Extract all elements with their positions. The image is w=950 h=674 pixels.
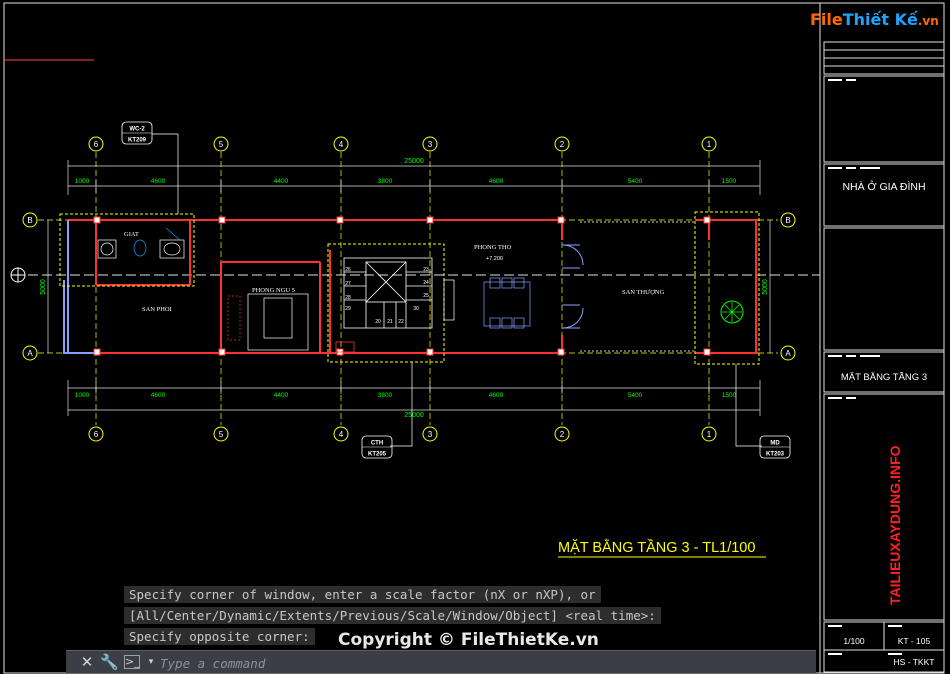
axis-label-B: B xyxy=(785,216,790,225)
axis-label-4: 4 xyxy=(339,140,344,149)
scale-value: 1/100 xyxy=(843,636,865,646)
stair-step-number: 21 xyxy=(387,319,393,325)
dim-segment: 1500 xyxy=(722,392,737,399)
stair-step-number: 26 xyxy=(345,267,351,273)
sheet-name: MẶT BẰNG TẦNG 3 xyxy=(841,372,927,383)
plant-icon xyxy=(720,300,744,324)
dim-segment: 3800 xyxy=(378,178,393,185)
tag-top-text: MD xyxy=(770,441,780,447)
drawing-title: MẶT BẰNG TẦNG 3 - TL1/100 xyxy=(558,538,755,556)
dim-side-left: 5000 xyxy=(40,279,47,295)
tag-leaders xyxy=(152,133,762,447)
dim-segment: 1000 xyxy=(75,178,90,185)
stair-step-number: 30 xyxy=(413,306,419,312)
furniture xyxy=(97,227,531,351)
dim-segment: 4600 xyxy=(489,392,504,399)
openings xyxy=(562,221,696,352)
stair-step-number: 23 xyxy=(423,267,429,273)
axis-label-2: 2 xyxy=(560,140,565,149)
command-input[interactable] xyxy=(158,653,802,673)
vertical-site-text: TAILIEUXAYDUNG.INFO xyxy=(887,445,903,605)
stair-step-number: 22 xyxy=(398,319,404,325)
logo-part-1: File xyxy=(810,10,843,29)
stair-step-number: 27 xyxy=(345,281,351,287)
tag-top-text: WC-2 xyxy=(129,127,145,133)
logo-part-3: .vn xyxy=(917,14,939,28)
axis-label-5: 5 xyxy=(219,430,224,439)
axis-label-A: A xyxy=(27,349,33,358)
stair-step-number: 28 xyxy=(345,295,351,301)
dim-segment: 4600 xyxy=(151,392,166,399)
stair-step-number: 24 xyxy=(423,280,429,286)
dimension-lines xyxy=(47,160,771,416)
door-tags: WC-2 KT209 CTH KT205 MD KT203 xyxy=(121,121,791,459)
site-logo: FileThiết Kế.vn xyxy=(810,10,939,29)
axis-label-6: 6 xyxy=(94,430,99,439)
tag-top-text: CTH xyxy=(371,441,383,447)
room-label-san-thuong: SAN THƯỢNG xyxy=(622,289,665,296)
dim-total-top: 25000 xyxy=(404,158,424,165)
design-stage: HS - TKKT xyxy=(894,657,935,667)
axis-label-3: 3 xyxy=(428,140,433,149)
room-label-san-phoi: SAN PHOI xyxy=(142,306,172,313)
stair-step-number: 20 xyxy=(375,319,381,325)
section-marker xyxy=(10,267,26,283)
level-mark: +7.200 xyxy=(486,256,503,262)
close-icon[interactable]: ✕ xyxy=(78,653,96,671)
dim-segment: 4400 xyxy=(274,392,289,399)
stair-step-number: 29 xyxy=(345,306,351,312)
copyright-watermark: Copyright © FileThietKe.vn xyxy=(338,630,599,650)
segment-dims-top: 1000 4600 4400 3800 4600 5400 1500 xyxy=(75,178,737,185)
segment-dims-bottom: 1000 4600 4400 3800 4600 5400 1500 xyxy=(75,392,737,399)
axis-label-4: 4 xyxy=(339,430,344,439)
project-name: NHÀ Ở GIA ĐÌNH xyxy=(842,180,925,193)
tag-bottom-text: KT203 xyxy=(766,452,785,458)
stair-step-number: 25 xyxy=(423,293,429,299)
axis-label-3: 3 xyxy=(428,430,433,439)
title-block xyxy=(819,3,945,673)
axis-label-A: A xyxy=(785,349,791,358)
axis-label-1: 1 xyxy=(707,430,712,439)
dim-segment: 4400 xyxy=(274,178,289,185)
dim-side-right: 5000 xyxy=(762,279,769,295)
dim-segment: 1500 xyxy=(722,178,737,185)
dim-segment: 5400 xyxy=(628,392,643,399)
tag-bottom-text: KT205 xyxy=(368,452,387,458)
axis-label-2: 2 xyxy=(560,430,565,439)
dim-total-bottom: 25000 xyxy=(404,412,424,419)
room-label-phong-tho: PHONG THO xyxy=(474,244,512,251)
drawing-canvas[interactable]: NHÀ Ở GIA ĐÌNH MẶT BẰNG TẦNG 3 TAILIEUXA… xyxy=(0,0,950,674)
dim-segment: 1000 xyxy=(75,392,90,399)
axis-bubbles: 665544332211B BA A xyxy=(22,136,796,442)
sheet-number: KT - 105 xyxy=(898,636,931,646)
dim-segment: 4600 xyxy=(151,178,166,185)
sheet-frame xyxy=(3,2,945,674)
wrench-icon[interactable]: 🔧 xyxy=(100,653,119,671)
tag-bottom-text: KT209 xyxy=(128,138,147,144)
stair-numbers: 20 21 22 23 24 25 26 27 28 29 30 xyxy=(345,267,429,325)
axis-label-1: 1 xyxy=(707,140,712,149)
axis-label-6: 6 xyxy=(94,140,99,149)
dim-segment: 3800 xyxy=(378,392,393,399)
axis-gridlines xyxy=(38,152,778,425)
dim-segment: 5400 xyxy=(628,178,643,185)
command-prompt-icon[interactable]: >_ xyxy=(124,655,140,669)
command-history-line-3: Specify opposite corner: xyxy=(124,628,315,645)
room-label-giat: GIAT xyxy=(124,231,139,238)
command-history-line-1: Specify corner of window, enter a scale … xyxy=(124,586,601,603)
command-history-line-2: [All/Center/Dynamic/Extents/Previous/Sca… xyxy=(124,607,661,624)
axis-label-B: B xyxy=(27,216,32,225)
command-bar: ✕ 🔧 >_ ▾ xyxy=(66,650,816,673)
axis-label-5: 5 xyxy=(219,140,224,149)
dim-segment: 4600 xyxy=(489,178,504,185)
callout-boxes xyxy=(59,211,760,365)
logo-part-2: Thiết Kế xyxy=(842,10,918,29)
room-label-phong-ngu: PHONG NGU 5 xyxy=(252,287,295,294)
